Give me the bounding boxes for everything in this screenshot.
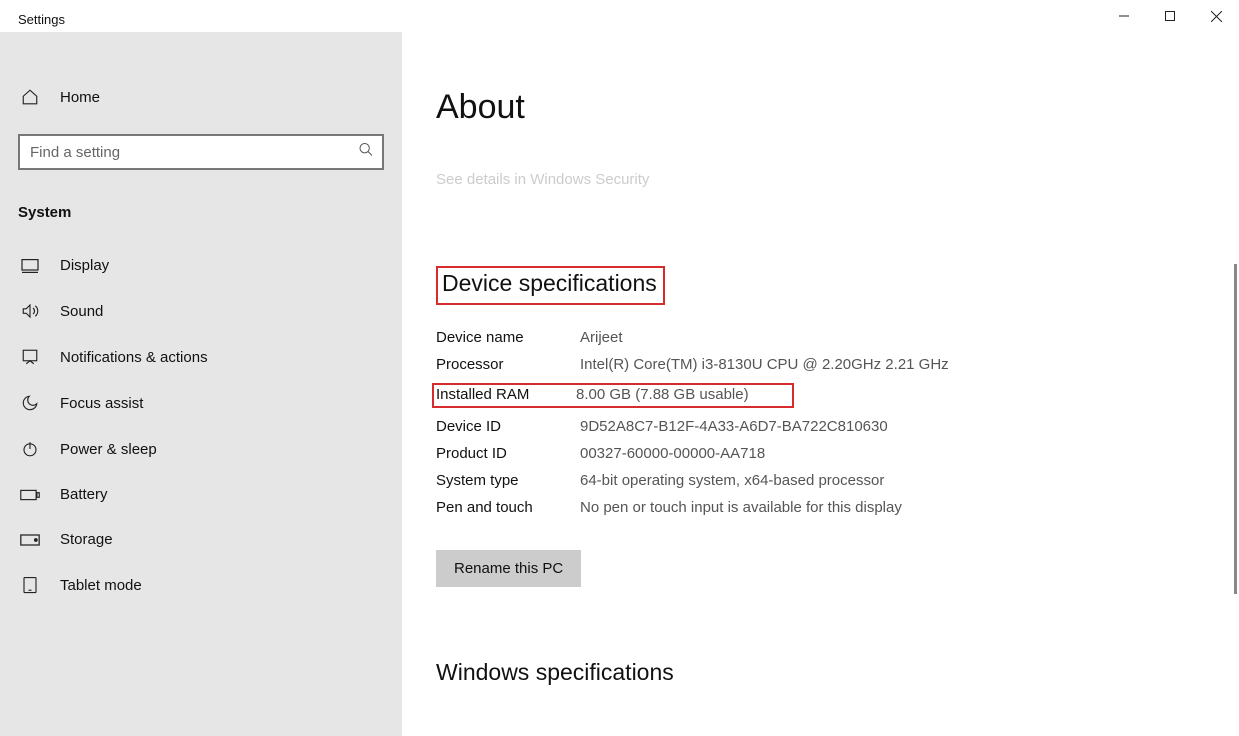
spec-value-processor: Intel(R) Core(TM) i3-8130U CPU @ 2.20GHz… bbox=[580, 356, 1239, 373]
spec-row-ram: Installed RAM 8.00 GB (7.88 GB usable) bbox=[436, 383, 1239, 408]
sidebar-item-display[interactable]: Display bbox=[0, 243, 402, 288]
sidebar-item-label: Display bbox=[60, 257, 109, 274]
ram-highlight-box: Installed RAM 8.00 GB (7.88 GB usable) bbox=[432, 383, 794, 408]
spec-label-processor: Processor bbox=[436, 356, 580, 373]
spec-label-deviceid: Device ID bbox=[436, 418, 580, 435]
sidebar-item-tablet-mode[interactable]: Tablet mode bbox=[0, 562, 402, 608]
scrollbar-thumb[interactable] bbox=[1234, 264, 1237, 594]
sidebar: Home System Display Sound Notifica bbox=[0, 32, 402, 736]
minimize-button[interactable] bbox=[1101, 0, 1147, 32]
focus-assist-icon bbox=[20, 394, 40, 412]
security-subtext: See details in Windows Security bbox=[436, 171, 1239, 188]
home-label: Home bbox=[60, 89, 100, 106]
spec-label-systemtype: System type bbox=[436, 472, 580, 489]
spec-value-ram: 8.00 GB (7.88 GB usable) bbox=[576, 386, 786, 403]
sidebar-category: System bbox=[18, 204, 402, 221]
search-wrap bbox=[18, 134, 384, 170]
storage-icon bbox=[20, 533, 40, 547]
spec-value-productid: 00327-60000-00000-AA718 bbox=[580, 445, 1239, 462]
device-specs-heading: Device specifications bbox=[436, 266, 665, 305]
sidebar-item-label: Tablet mode bbox=[60, 577, 142, 594]
display-icon bbox=[20, 258, 40, 274]
spec-label-productid: Product ID bbox=[436, 445, 580, 462]
content-pane: About See details in Windows Security De… bbox=[402, 32, 1239, 736]
spec-value-deviceid: 9D52A8C7-B12F-4A33-A6D7-BA722C810630 bbox=[580, 418, 1239, 435]
sidebar-item-focus-assist[interactable]: Focus assist bbox=[0, 380, 402, 426]
battery-icon bbox=[20, 488, 40, 502]
device-specs-table: Device name Arijeet Processor Intel(R) C… bbox=[436, 329, 1239, 516]
app-title: Settings bbox=[18, 12, 65, 27]
titlebar: Settings bbox=[0, 0, 1239, 32]
tablet-icon bbox=[20, 576, 40, 594]
search-icon bbox=[358, 142, 374, 163]
sidebar-item-power-sleep[interactable]: Power & sleep bbox=[0, 426, 402, 472]
rename-pc-button[interactable]: Rename this PC bbox=[436, 550, 581, 587]
sidebar-item-label: Notifications & actions bbox=[60, 349, 208, 366]
sidebar-item-label: Focus assist bbox=[60, 395, 143, 412]
home-icon bbox=[20, 88, 40, 106]
home-nav[interactable]: Home bbox=[0, 78, 402, 116]
close-button[interactable] bbox=[1193, 0, 1239, 32]
power-icon bbox=[20, 440, 40, 458]
spec-label-pentouch: Pen and touch bbox=[436, 499, 580, 516]
sidebar-item-label: Storage bbox=[60, 531, 113, 548]
sidebar-item-label: Sound bbox=[60, 303, 103, 320]
windows-specs-heading: Windows specifications bbox=[436, 659, 1239, 686]
sound-icon bbox=[20, 302, 40, 320]
maximize-button[interactable] bbox=[1147, 0, 1193, 32]
sidebar-item-storage[interactable]: Storage bbox=[0, 517, 402, 562]
page-title: About bbox=[436, 88, 1239, 127]
sidebar-item-notifications[interactable]: Notifications & actions bbox=[0, 334, 402, 380]
sidebar-item-sound[interactable]: Sound bbox=[0, 288, 402, 334]
sidebar-item-label: Power & sleep bbox=[60, 441, 157, 458]
device-specs-heading-wrap: Device specifications bbox=[436, 266, 1239, 305]
spec-value-devicename: Arijeet bbox=[580, 329, 1239, 346]
sidebar-item-battery[interactable]: Battery bbox=[0, 472, 402, 517]
search-input[interactable] bbox=[18, 134, 384, 170]
spec-label-devicename: Device name bbox=[436, 329, 580, 346]
spec-value-systemtype: 64-bit operating system, x64-based proce… bbox=[580, 472, 1239, 489]
sidebar-item-label: Battery bbox=[60, 486, 108, 503]
notifications-icon bbox=[20, 348, 40, 366]
main-area: Home System Display Sound Notifica bbox=[0, 32, 1239, 736]
spec-label-ram: Installed RAM bbox=[436, 386, 576, 403]
spec-value-pentouch: No pen or touch input is available for t… bbox=[580, 499, 1239, 516]
